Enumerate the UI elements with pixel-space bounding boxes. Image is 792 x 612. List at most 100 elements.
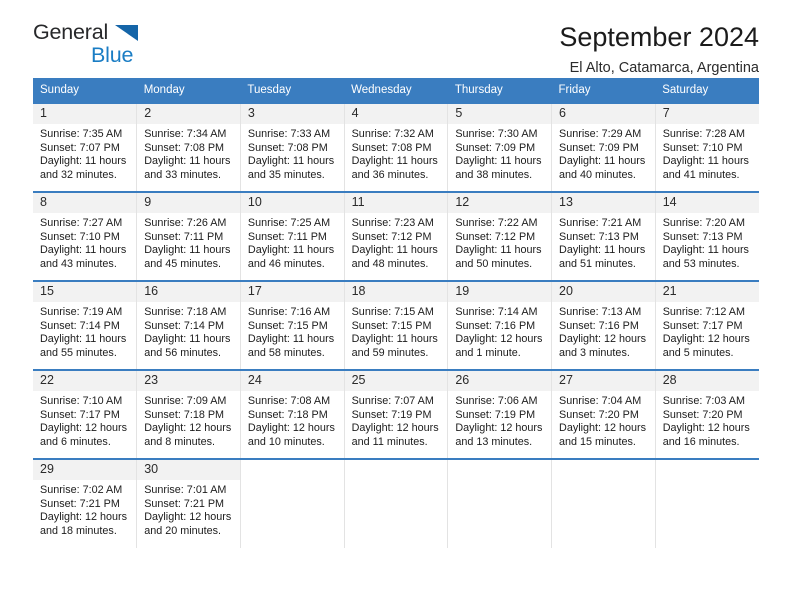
calendar-day-cell[interactable]: 3 Sunrise: 7:33 AM Sunset: 7:08 PM Daylight…	[240, 102, 345, 192]
calendar-day-cell[interactable]: 6 Sunrise: 7:29 AM Sunset: 7:09 PM Daylight…	[551, 102, 656, 192]
daylight-text: Daylight: 11 hours and 38 minutes.	[455, 155, 542, 181]
day-details: Sunrise: 7:15 AM Sunset: 7:15 PM Daylight:…	[345, 302, 448, 360]
calendar-header-row: Sunday Monday Tuesday Wednesday Thursday Frid…	[33, 78, 759, 103]
sunrise-text: Sunrise: 7:29 AM	[559, 128, 642, 140]
calendar-day-cell[interactable]: 27 Sunrise: 7:04 AM Sunset: 7:20 PM Dayligh…	[551, 369, 656, 459]
day-details: Sunrise: 7:04 AM Sunset: 7:20 PM Daylight:…	[552, 391, 655, 449]
calendar-day-cell[interactable]: 17 Sunrise: 7:16 AM Sunset: 7:15 PM Dayligh…	[240, 280, 345, 370]
weekday-header-saturday: Saturday	[655, 78, 759, 103]
page-header: General Blue September 2024 El Alto, Cat…	[33, 0, 759, 76]
sunset-text: Sunset: 7:09 PM	[455, 141, 536, 154]
sunrise-text: Sunrise: 7:14 AM	[455, 306, 538, 318]
calendar-day-cell[interactable]: 20 Sunrise: 7:13 AM Sunset: 7:16 PM Dayligh…	[551, 280, 656, 370]
day-number: 18	[344, 282, 448, 302]
sunrise-text: Sunrise: 7:19 AM	[40, 306, 123, 318]
calendar-body: 1 Sunrise: 7:35 AM Sunset: 7:07 PM Daylight…	[33, 102, 759, 548]
daylight-text: Daylight: 11 hours and 53 minutes.	[662, 244, 749, 270]
day-number: 21	[655, 282, 759, 302]
brand-logo[interactable]: General Blue	[33, 21, 168, 72]
day-number: 15	[33, 282, 137, 302]
weekday-header-wednesday: Wednesday	[344, 78, 448, 103]
calendar-week-row: 8 Sunrise: 7:27 AM Sunset: 7:10 PM Daylight…	[33, 191, 759, 281]
calendar-day-cell[interactable]: 25 Sunrise: 7:07 AM Sunset: 7:19 PM Dayligh…	[344, 369, 449, 459]
calendar-day-cell-empty	[655, 458, 759, 548]
calendar-day-cell[interactable]: 28 Sunrise: 7:03 AM Sunset: 7:20 PM Dayligh…	[655, 369, 759, 459]
day-number: 8	[33, 193, 137, 213]
day-details: Sunrise: 7:18 AM Sunset: 7:14 PM Daylight:…	[137, 302, 240, 360]
sunrise-text: Sunrise: 7:07 AM	[351, 395, 434, 407]
sunset-text: Sunset: 7:14 PM	[40, 319, 120, 332]
sunrise-text: Sunrise: 7:30 AM	[455, 128, 538, 140]
sunset-text: Sunset: 7:08 PM	[247, 141, 328, 154]
day-details: Sunrise: 7:22 AM Sunset: 7:12 PM Daylight:…	[448, 213, 551, 271]
calendar-day-cell[interactable]: 12 Sunrise: 7:22 AM Sunset: 7:12 PM Dayligh…	[447, 191, 553, 281]
calendar-day-cell[interactable]: 15 Sunrise: 7:19 AM Sunset: 7:14 PM Dayligh…	[33, 280, 138, 370]
calendar-day-cell[interactable]: 26 Sunrise: 7:06 AM Sunset: 7:19 PM Dayligh…	[447, 369, 553, 459]
day-number: 2	[137, 104, 240, 124]
daylight-text: Daylight: 11 hours and 32 minutes.	[40, 155, 127, 181]
calendar-day-cell[interactable]: 29 Sunrise: 7:02 AM Sunset: 7:21 PM Dayligh…	[33, 458, 138, 548]
calendar-day-cell[interactable]: 16 Sunrise: 7:18 AM Sunset: 7:14 PM Dayligh…	[136, 280, 241, 370]
calendar-day-cell[interactable]: 14 Sunrise: 7:20 AM Sunset: 7:13 PM Dayligh…	[655, 191, 759, 281]
sunset-text: Sunset: 7:21 PM	[144, 497, 225, 510]
sunrise-text: Sunrise: 7:02 AM	[40, 484, 123, 496]
calendar-day-cell[interactable]: 22 Sunrise: 7:10 AM Sunset: 7:17 PM Dayligh…	[33, 369, 138, 459]
calendar-day-cell[interactable]: 4 Sunrise: 7:32 AM Sunset: 7:08 PM Daylight…	[344, 102, 449, 192]
daylight-text: Daylight: 11 hours and 55 minutes.	[40, 333, 127, 359]
sunrise-text: Sunrise: 7:16 AM	[247, 306, 331, 318]
weekday-header-monday: Monday	[136, 78, 241, 103]
daylight-text: Daylight: 12 hours and 1 minute.	[455, 333, 543, 359]
calendar-day-cell[interactable]: 19 Sunrise: 7:14 AM Sunset: 7:16 PM Dayligh…	[447, 280, 553, 370]
calendar-day-cell[interactable]: 24 Sunrise: 7:08 AM Sunset: 7:18 PM Dayligh…	[240, 369, 345, 459]
calendar-day-cell[interactable]: 18 Sunrise: 7:15 AM Sunset: 7:15 PM Dayligh…	[344, 280, 449, 370]
day-details: Sunrise: 7:23 AM Sunset: 7:12 PM Daylight:…	[345, 213, 448, 271]
day-number: 11	[344, 193, 448, 213]
calendar-day-cell[interactable]: 23 Sunrise: 7:09 AM Sunset: 7:18 PM Dayligh…	[136, 369, 241, 459]
sunset-text: Sunset: 7:10 PM	[40, 230, 120, 243]
day-number: 4	[344, 104, 448, 124]
day-details: Sunrise: 7:12 AM Sunset: 7:17 PM Daylight:…	[656, 302, 759, 360]
day-number: 22	[33, 371, 137, 391]
day-details: Sunrise: 7:32 AM Sunset: 7:08 PM Daylight:…	[345, 124, 448, 182]
day-details: Sunrise: 7:20 AM Sunset: 7:13 PM Daylight:…	[656, 213, 759, 271]
calendar-day-cell[interactable]: 8 Sunrise: 7:27 AM Sunset: 7:10 PM Daylight…	[33, 191, 138, 281]
day-number: 29	[33, 460, 137, 480]
sunset-text: Sunset: 7:18 PM	[144, 408, 225, 421]
title-block: September 2024 El Alto, Catamarca, Argen…	[559, 22, 759, 77]
sunrise-text: Sunrise: 7:22 AM	[455, 217, 538, 229]
calendar-day-cell[interactable]: 10 Sunrise: 7:25 AM Sunset: 7:11 PM Dayligh…	[240, 191, 345, 281]
calendar-day-cell[interactable]: 21 Sunrise: 7:12 AM Sunset: 7:17 PM Dayligh…	[655, 280, 759, 370]
calendar-day-cell[interactable]: 30 Sunrise: 7:01 AM Sunset: 7:21 PM Dayligh…	[136, 458, 241, 548]
sunset-text: Sunset: 7:08 PM	[351, 141, 432, 154]
sunset-text: Sunset: 7:20 PM	[559, 408, 639, 421]
sunset-text: Sunset: 7:18 PM	[247, 408, 328, 421]
calendar-day-cell[interactable]: 13 Sunrise: 7:21 AM Sunset: 7:13 PM Dayligh…	[551, 191, 656, 281]
day-number	[448, 460, 552, 480]
sunrise-text: Sunrise: 7:10 AM	[40, 395, 123, 407]
sunset-text: Sunset: 7:07 PM	[40, 141, 120, 154]
sunset-text: Sunset: 7:08 PM	[144, 141, 225, 154]
day-details: Sunrise: 7:29 AM Sunset: 7:09 PM Daylight:…	[552, 124, 655, 182]
sunset-text: Sunset: 7:10 PM	[662, 141, 743, 154]
calendar-day-cell[interactable]: 11 Sunrise: 7:23 AM Sunset: 7:12 PM Dayligh…	[344, 191, 449, 281]
calendar-day-cell[interactable]: 1 Sunrise: 7:35 AM Sunset: 7:07 PM Daylight…	[33, 102, 138, 192]
sunrise-text: Sunrise: 7:21 AM	[559, 217, 642, 229]
day-number	[240, 460, 344, 480]
day-details: Sunrise: 7:08 AM Sunset: 7:18 PM Daylight:…	[241, 391, 344, 449]
sunset-text: Sunset: 7:13 PM	[559, 230, 639, 243]
weekday-header-sunday: Sunday	[33, 78, 137, 103]
calendar-day-cell[interactable]: 5 Sunrise: 7:30 AM Sunset: 7:09 PM Daylight…	[447, 102, 553, 192]
day-number: 17	[240, 282, 344, 302]
sunrise-text: Sunrise: 7:13 AM	[559, 306, 642, 318]
day-details: Sunrise: 7:30 AM Sunset: 7:09 PM Daylight:…	[448, 124, 551, 182]
sunrise-text: Sunrise: 7:26 AM	[144, 217, 227, 229]
sunrise-text: Sunrise: 7:06 AM	[455, 395, 538, 407]
day-number: 10	[240, 193, 344, 213]
daylight-text: Daylight: 12 hours and 11 minutes.	[351, 422, 439, 448]
sunrise-text: Sunrise: 7:15 AM	[351, 306, 434, 318]
calendar-day-cell[interactable]: 9 Sunrise: 7:26 AM Sunset: 7:11 PM Daylight…	[136, 191, 241, 281]
calendar-day-cell[interactable]: 7 Sunrise: 7:28 AM Sunset: 7:10 PM Daylight…	[655, 102, 759, 192]
day-details: Sunrise: 7:14 AM Sunset: 7:16 PM Daylight:…	[448, 302, 551, 360]
calendar-day-cell[interactable]: 2 Sunrise: 7:34 AM Sunset: 7:08 PM Daylight…	[136, 102, 241, 192]
sunset-text: Sunset: 7:19 PM	[351, 408, 432, 421]
